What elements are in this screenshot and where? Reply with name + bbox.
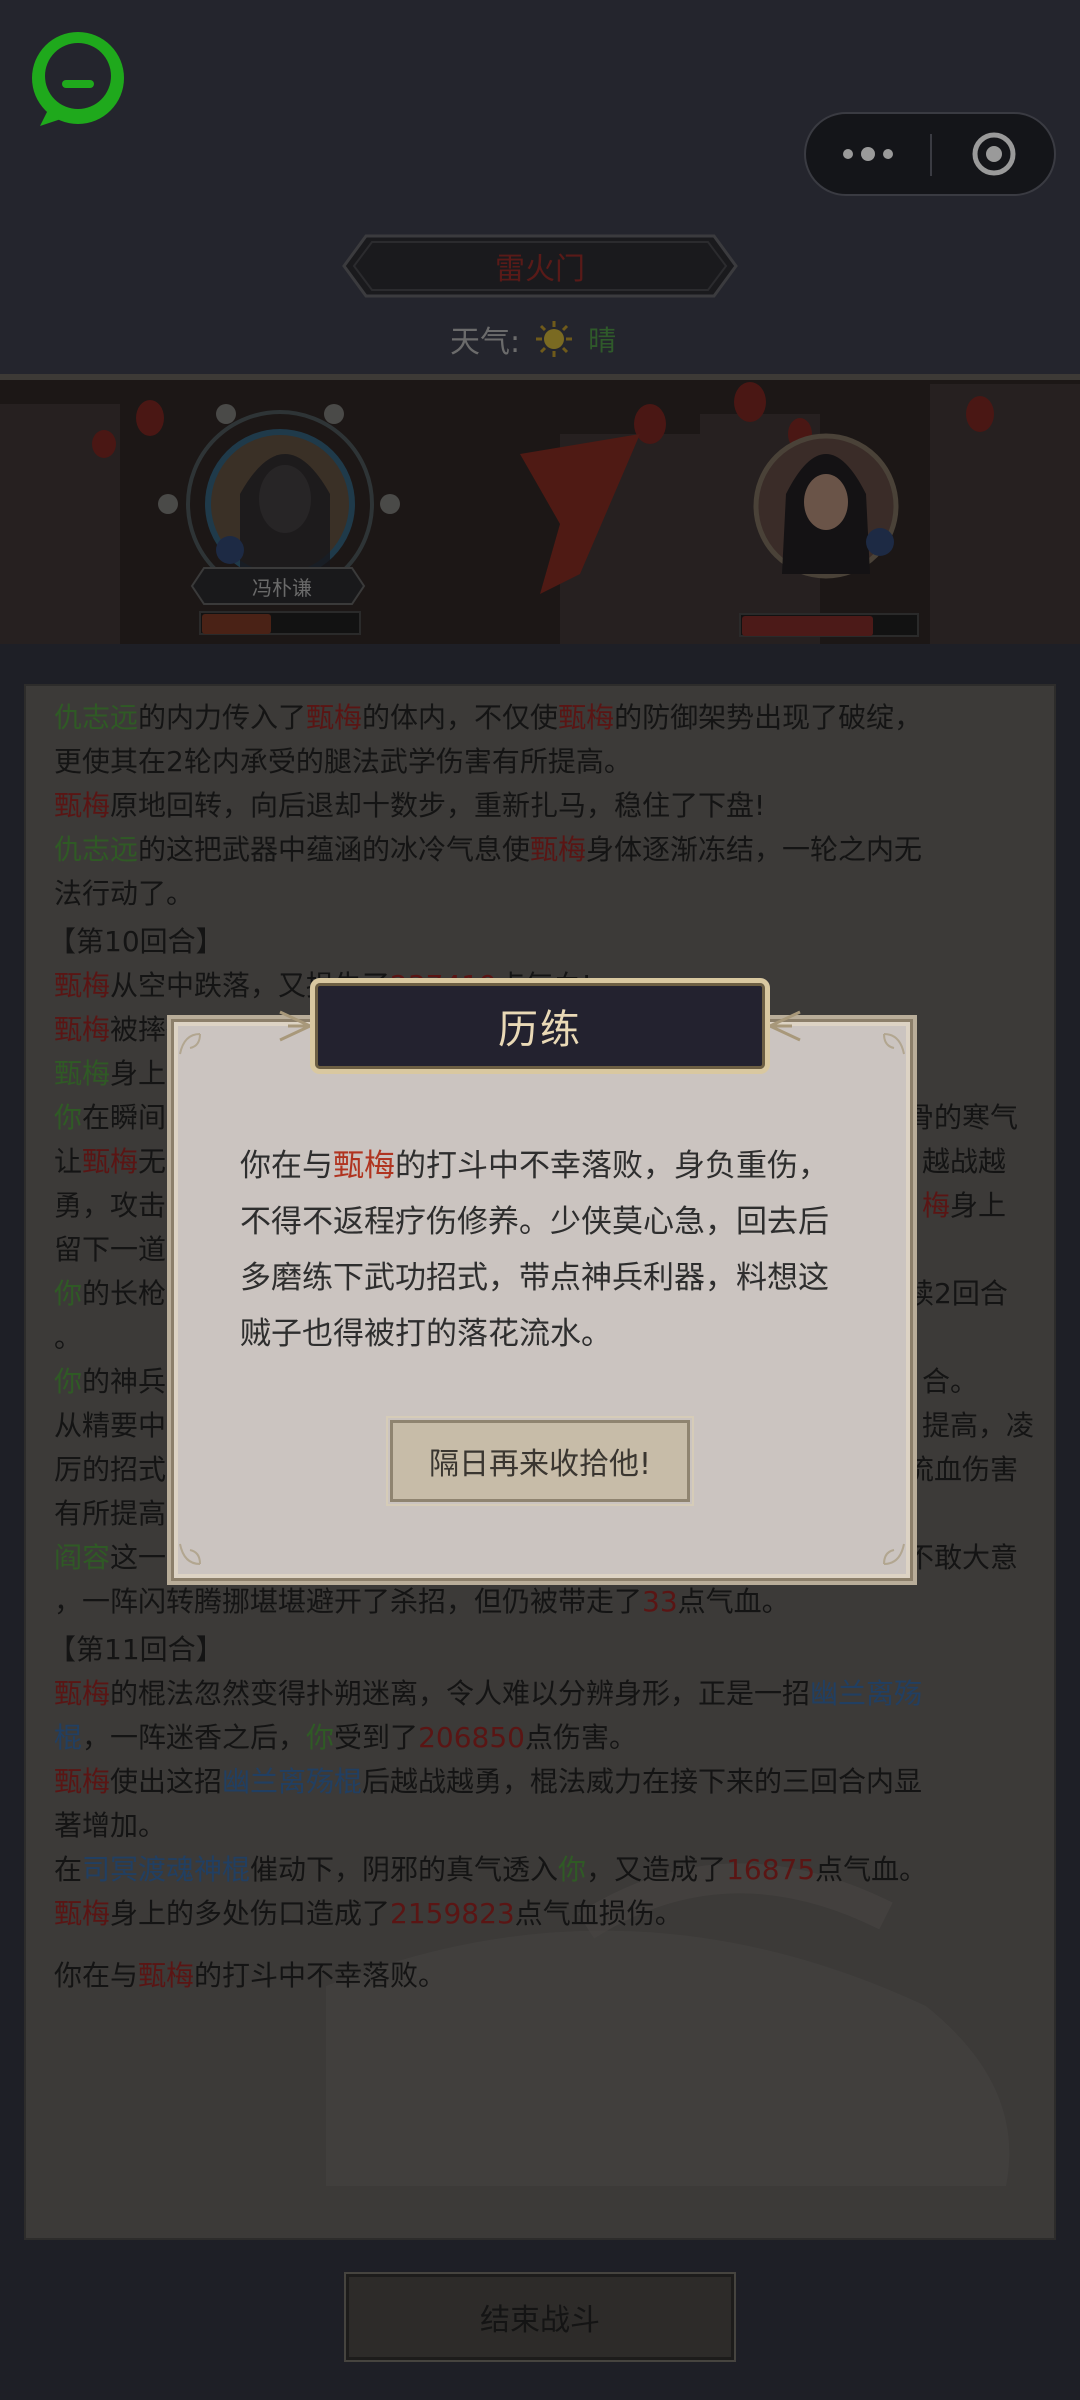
log-line: 甄梅身上的多处伤口造成了2159823点气血损伤。	[54, 1897, 683, 1930]
confirm-button[interactable]: 隔日再来收拾他!	[386, 1416, 694, 1506]
battle-scene	[0, 374, 1080, 644]
log-line-tail: 流血伤害	[906, 1453, 1019, 1486]
log-line: 留下一道	[54, 1233, 167, 1266]
enemy-portrait	[753, 433, 899, 579]
log-line: 让甄梅无	[54, 1145, 167, 1178]
dialog-text-line: 你在与甄梅的打斗中不幸落败，身负重伤，	[240, 1148, 829, 1184]
log-line-tail: 续2回合	[906, 1277, 1008, 1310]
log-line: 法行动了。	[54, 877, 195, 910]
player-hp-bar	[202, 614, 271, 634]
log-line: 勇，攻击	[54, 1189, 167, 1222]
dialog-text-line: 贼子也得被打的落花流水。	[240, 1316, 612, 1352]
scene-title: 雷火门	[495, 252, 585, 287]
log-line: 阎容这一	[54, 1541, 167, 1574]
more-button[interactable]	[806, 114, 930, 194]
close-button[interactable]	[932, 114, 1056, 194]
log-line: 有所提高	[54, 1497, 167, 1530]
target-close-icon	[972, 132, 1016, 176]
log-line: 厉的招式	[54, 1453, 167, 1486]
player-name: 冯朴谦	[252, 575, 312, 600]
corner-ornament-icon	[883, 1543, 905, 1565]
log-line: 你的神兵	[54, 1365, 167, 1398]
sun-icon	[536, 321, 573, 357]
log-line: 你的长枪	[54, 1277, 167, 1310]
log-line: ，一阵闪转腾挪堪堪避开了杀招，但仍被带走了33点气血。	[54, 1585, 790, 1618]
enemy-hp-bar	[742, 616, 873, 636]
log-line: 仇志远的这把武器中蕴涵的冰冷气息使甄梅身体逐渐冻结，一轮之内无	[54, 833, 923, 866]
title-ornament-right-icon	[769, 1010, 801, 1042]
log-line: 仇志远的内力传入了甄梅的体内，不仅使甄梅的防御架势出现了破绽，	[54, 701, 923, 734]
log-line-tail: 越战越	[922, 1145, 1007, 1178]
log-line: 。	[54, 1321, 83, 1354]
log-line: 你在与甄梅的打斗中不幸落败。	[54, 1959, 447, 1992]
log-line: 甄梅使出这招幽兰离殇棍后越战越勇，棍法威力在接下来的三回合内显	[54, 1765, 923, 1798]
log-line-tail: 骨的寒气	[906, 1101, 1019, 1134]
dialog-text-line: 不得不返程疗伤修养。少侠莫心急，回去后	[240, 1204, 829, 1240]
dialog-text-line: 多磨练下武功招式，带点神兵利器，料想这	[240, 1260, 829, 1296]
title-ornament-left-icon	[279, 1010, 311, 1042]
log-line: 更使其在2轮内承受的腿法武学伤害有所提高。	[54, 745, 632, 778]
log-line: 著增加。	[54, 1809, 167, 1842]
corner-ornament-icon	[883, 1033, 905, 1055]
log-line: 甄梅身上	[54, 1057, 167, 1090]
log-line-tail: 不敢大意	[906, 1541, 1019, 1574]
weather-value: 晴	[588, 324, 617, 357]
log-line: 你在瞬间	[54, 1101, 167, 1134]
log-line: 甄梅的棍法忽然变得扑朔迷离，令人难以分辨身形，正是一招幽兰离殇	[54, 1677, 923, 1710]
chat-bubble-logo-icon	[32, 32, 124, 126]
weather-row: 天气: 晴	[450, 314, 616, 364]
log-line-tail: 合。	[922, 1365, 979, 1398]
log-line: 甄梅原地回转，向后退却十数步，重新扎马，稳住了下盘!	[54, 789, 766, 822]
corner-ornament-icon	[179, 1033, 201, 1055]
more-dots-icon	[843, 147, 893, 161]
round-header: 【第11回合】	[48, 1633, 224, 1666]
log-line-tail: 梅身上	[922, 1189, 1007, 1222]
log-line: 从精要中	[54, 1409, 167, 1442]
log-line: 棍，一阵迷香之后，你受到了206850点伤害。	[54, 1721, 637, 1754]
mini-program-capsule	[804, 112, 1056, 196]
end-battle-button[interactable]: 结束战斗	[344, 2272, 736, 2362]
log-line: 在司冥渡魂神棍催动下，阴邪的真气透入你，又造成了16875点气血。	[54, 1853, 928, 1886]
log-line-tail: 提高，凌	[922, 1409, 1035, 1442]
corner-ornament-icon	[179, 1543, 201, 1565]
dialog-title: 历练	[310, 978, 770, 1074]
weather-label: 天气:	[450, 325, 521, 360]
round-header: 【第10回合】	[48, 925, 224, 958]
